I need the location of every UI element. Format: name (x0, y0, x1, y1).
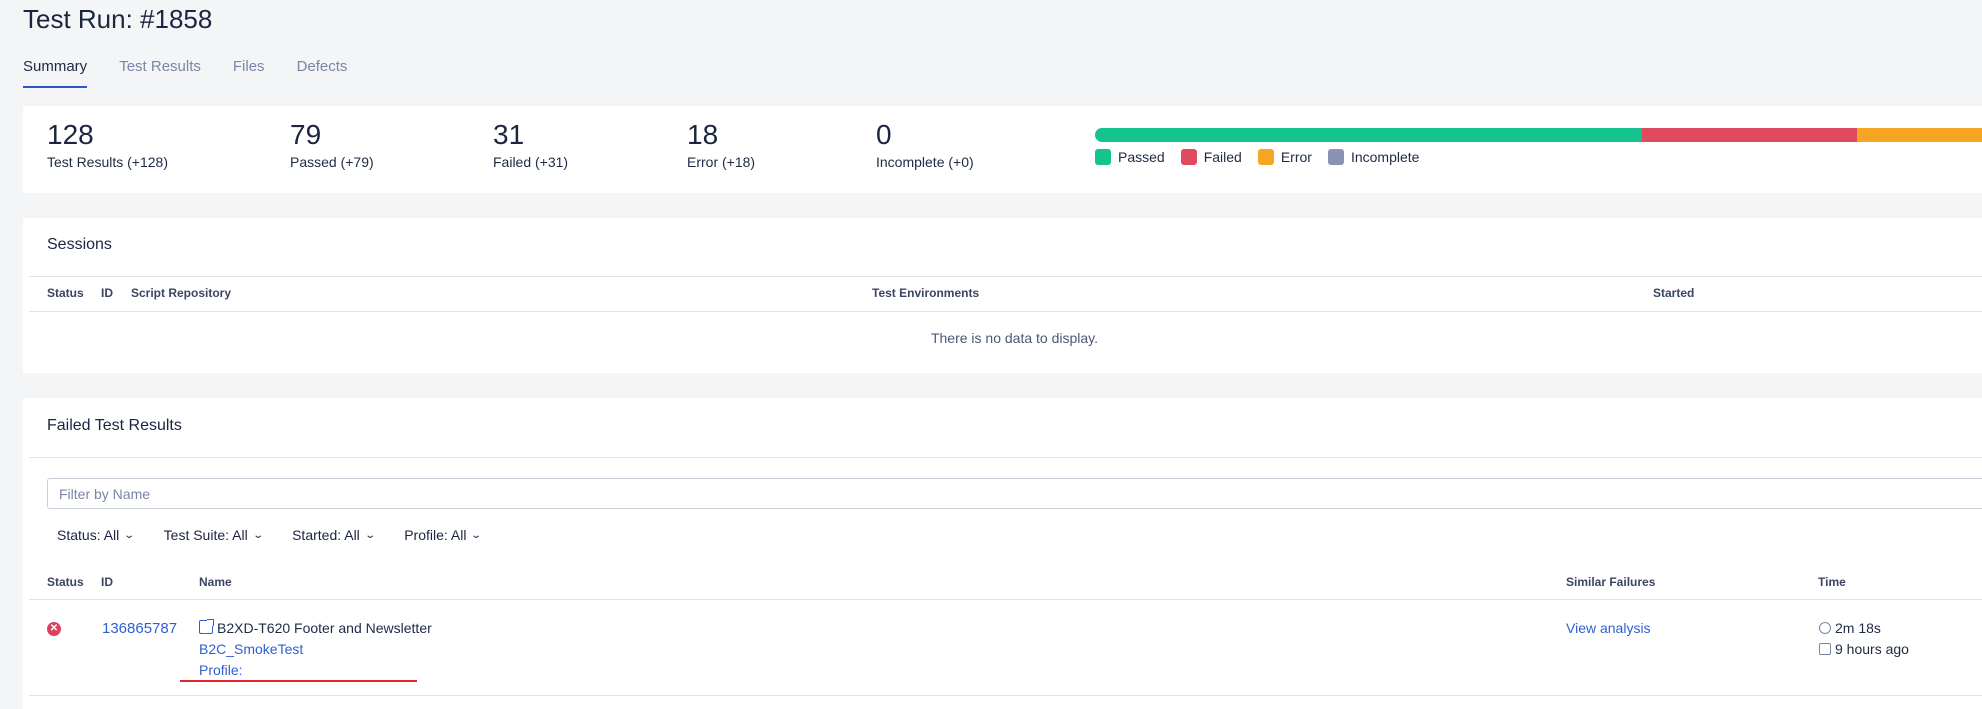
stat-value: 31 (493, 119, 525, 150)
filter-label: Test Suite: All (163, 527, 248, 543)
filter-by-name-input[interactable] (47, 478, 1982, 509)
tab-files[interactable]: Files (233, 58, 265, 88)
view-analysis-link[interactable]: View analysis (1566, 620, 1651, 636)
bar-segment-failed (1642, 128, 1858, 142)
divider (29, 599, 1982, 600)
divider (29, 695, 1982, 696)
col-time: Time (1818, 575, 1846, 589)
col-similar-failures: Similar Failures (1566, 575, 1656, 589)
sessions-card: Sessions Status ID Script Repository Tes… (23, 218, 1982, 373)
legend-swatch (1095, 149, 1111, 165)
result-id-link[interactable]: 136865787 (102, 620, 177, 637)
sessions-title: Sessions (47, 236, 112, 253)
failed-results-card: Failed Test Results Status: All ⌄ Test S… (23, 398, 1982, 709)
tab-summary[interactable]: Summary (23, 58, 88, 88)
legend-swatch (1180, 149, 1197, 165)
failed-results-title: Failed Test Results (47, 417, 182, 434)
filter-label: Status: All (57, 527, 120, 543)
result-distribution-bar (1095, 128, 1982, 142)
empty-state-text: There is no data to display. (930, 330, 1099, 346)
legend-item-failed: Failed (1180, 149, 1242, 165)
filter-bar: Status: All ⌄ Test Suite: All ⌄ Started:… (57, 527, 483, 543)
legend-swatch (1257, 149, 1274, 165)
stat-value: 0 (876, 119, 892, 150)
filter-label: Profile: All (404, 527, 467, 543)
stat-test-results: 128 Test Results (+128) (47, 118, 168, 170)
legend-label: Failed (1203, 149, 1242, 165)
stat-incomplete: 0 Incomplete (+0) (876, 118, 974, 170)
duration-text: 2m 18s (1835, 620, 1881, 636)
stat-label: Failed (+31) (493, 154, 569, 170)
divider (29, 276, 1982, 277)
stat-failed: 31 Failed (+31) (493, 118, 568, 170)
started-text: 9 hours ago (1835, 641, 1909, 657)
legend-item-error: Error (1257, 149, 1312, 165)
open-external-icon[interactable] (199, 619, 214, 634)
failed-status-icon: ✕ (47, 622, 61, 636)
page-title: Test Run: #1858 (23, 4, 213, 34)
divider (29, 311, 1982, 312)
legend-item-passed: Passed (1095, 149, 1165, 165)
stat-label: Passed (+79) (290, 154, 374, 170)
test-suite-link[interactable]: B2C_SmokeTest (199, 641, 303, 657)
col-started: Started (1653, 286, 1695, 300)
stat-value: 18 (687, 119, 719, 150)
col-name: Name (199, 575, 232, 589)
tab-test-results[interactable]: Test Results (119, 58, 201, 88)
legend-label: Incomplete (1350, 149, 1420, 165)
duration: 2m 18s (1819, 620, 1881, 636)
filter-test-suite-dropdown[interactable]: Test Suite: All ⌄ (163, 527, 264, 543)
legend-label: Passed (1118, 149, 1165, 165)
filter-profile-dropdown[interactable]: Profile: All ⌄ (404, 527, 483, 543)
col-test-environments: Test Environments (872, 286, 980, 300)
stat-label: Error (+18) (687, 154, 756, 170)
stat-error: 18 Error (+18) (687, 118, 755, 170)
col-script-repository: Script Repository (131, 286, 232, 300)
bar-legend: Passed Failed Error Incomplete (1095, 149, 1419, 165)
filter-label: Started: All (292, 527, 360, 543)
stat-value: 128 (47, 119, 94, 150)
tab-defects[interactable]: Defects (297, 58, 348, 88)
started-time: 9 hours ago (1819, 641, 1909, 657)
filter-status-dropdown[interactable]: Status: All ⌄ (57, 527, 136, 543)
result-name[interactable]: B2XD-T620 Footer and Newsletter (199, 619, 432, 636)
result-name-text: B2XD-T620 Footer and Newsletter (217, 620, 432, 636)
chevron-down-icon: ⌄ (123, 529, 136, 541)
col-id: ID (101, 575, 113, 589)
col-status: Status (47, 575, 84, 589)
legend-item-incomplete: Incomplete (1327, 149, 1420, 165)
stat-label: Test Results (+128) (47, 154, 168, 170)
calendar-icon (1819, 643, 1831, 655)
chevron-down-icon: ⌄ (252, 529, 264, 541)
tab-bar: Summary Test Results Files Defects (23, 58, 347, 88)
legend-swatch (1327, 149, 1344, 165)
filter-started-dropdown[interactable]: Started: All ⌄ (292, 527, 376, 543)
col-id: ID (101, 286, 113, 300)
col-status: Status (47, 286, 84, 300)
clock-icon (1819, 622, 1831, 634)
stat-passed: 79 Passed (+79) (290, 118, 374, 170)
chevron-down-icon: ⌄ (470, 529, 483, 541)
stat-value: 79 (290, 119, 322, 150)
legend-label: Error (1280, 149, 1312, 165)
summary-card: 128 Test Results (+128) 79 Passed (+79) … (23, 106, 1982, 193)
profile-label: Profile: (199, 662, 243, 678)
bar-segment-error (1857, 128, 1982, 142)
bar-segment-passed (1095, 128, 1643, 142)
red-underline-annotation (180, 680, 417, 682)
stat-label: Incomplete (+0) (876, 154, 974, 170)
chevron-down-icon: ⌄ (364, 529, 376, 541)
divider (29, 457, 1982, 458)
